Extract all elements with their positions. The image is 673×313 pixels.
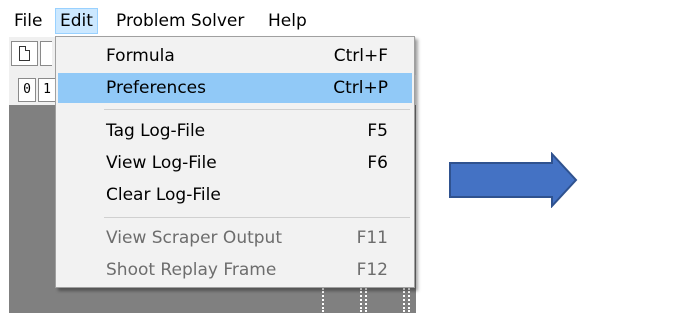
menu-help[interactable]: Help — [264, 9, 311, 33]
number-button-1[interactable]: 1 — [38, 78, 56, 102]
menu-item-shortcut: Ctrl+P — [333, 78, 388, 98]
number-button-0[interactable]: 0 — [18, 78, 36, 102]
menu-problem-solver[interactable]: Problem Solver — [112, 9, 248, 33]
menu-bar: File Edit Problem Solver Help — [6, 6, 416, 36]
canvas-dotted-line — [408, 288, 410, 312]
right-arrow-icon — [449, 152, 578, 208]
toolbar-button-partial[interactable] — [40, 41, 52, 66]
right-arrow-shape — [449, 152, 578, 208]
menu-item-shortcut: Ctrl+F — [333, 46, 388, 66]
menu-separator — [104, 217, 410, 218]
menu-item-view-log-file[interactable]: View Log-File F6 — [58, 148, 412, 178]
menu-item-label: Preferences — [106, 78, 206, 98]
menu-item-shortcut: F11 — [356, 228, 388, 248]
menu-item-label: View Log-File — [106, 153, 217, 173]
menu-item-label: View Scraper Output — [106, 228, 282, 248]
canvas-dotted-line — [360, 288, 362, 312]
menu-item-shoot-replay-frame[interactable]: Shoot Replay Frame F12 — [58, 255, 412, 285]
menu-file[interactable]: File — [10, 9, 46, 33]
menu-item-label: Clear Log-File — [106, 185, 221, 205]
screenshot-stage: File Edit Problem Solver Help 0 1 Formul… — [0, 0, 673, 313]
canvas-dotted-line — [322, 288, 324, 312]
canvas-dotted-line — [403, 288, 405, 312]
menu-item-label: Shoot Replay Frame — [106, 260, 277, 280]
new-document-button[interactable] — [11, 41, 38, 66]
menu-item-tag-log-file[interactable]: Tag Log-File F5 — [58, 116, 412, 146]
menu-item-clear-log-file[interactable]: Clear Log-File — [58, 180, 412, 210]
menu-item-shortcut: F12 — [356, 260, 388, 280]
menu-item-shortcut: F5 — [367, 121, 388, 141]
new-document-icon — [19, 46, 30, 61]
menu-separator — [104, 109, 410, 110]
menu-item-preferences[interactable]: Preferences Ctrl+P — [58, 73, 412, 103]
edit-dropdown-menu: Formula Ctrl+F Preferences Ctrl+P Tag Lo… — [55, 36, 415, 288]
menu-edit[interactable]: Edit — [55, 8, 98, 34]
menu-item-shortcut: F6 — [367, 153, 388, 173]
canvas-dotted-line — [365, 288, 367, 312]
menu-item-label: Tag Log-File — [106, 121, 206, 141]
menu-item-view-scraper-output[interactable]: View Scraper Output F11 — [58, 223, 412, 253]
menu-item-label: Formula — [106, 46, 175, 66]
menu-item-formula[interactable]: Formula Ctrl+F — [58, 41, 412, 71]
